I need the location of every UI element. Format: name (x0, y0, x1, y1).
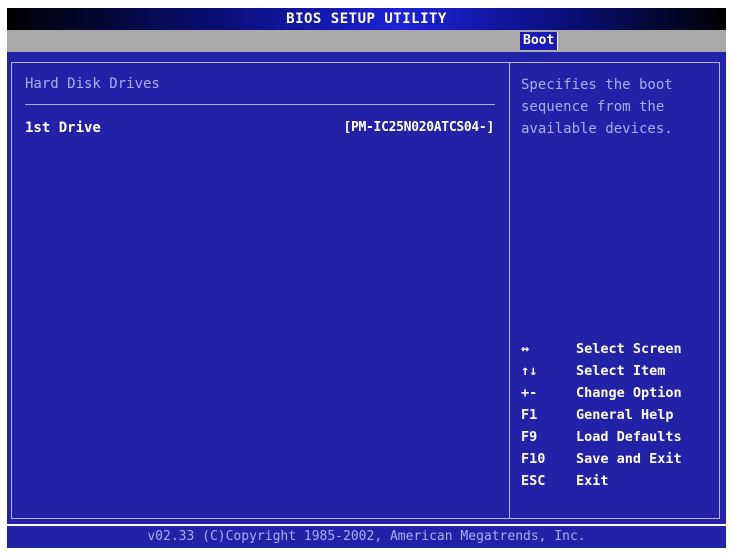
key-row-change-option: +- Change Option (521, 382, 721, 404)
key-name: F1 (521, 407, 538, 423)
bios-screen: BIOS SETUP UTILITY Boot Hard Disk Drives… (0, 0, 732, 554)
copyright-footer: v02.33 (C)Copyright 1985-2002, American … (7, 526, 726, 548)
section-divider (25, 104, 495, 105)
key-row-select-item: ↑↓ Select Item (521, 360, 721, 382)
left-right-arrows-icon: ↔ (521, 341, 530, 357)
help-line: available devices. (521, 121, 673, 137)
help-text: Specifies the boot sequence from the ava… (521, 74, 717, 140)
up-down-arrows-icon: ↑↓ (521, 363, 538, 379)
key-row-save-exit: F10 Save and Exit (521, 448, 721, 470)
key-description: Select Item (576, 363, 666, 379)
key-row-general-help: F1 General Help (521, 404, 721, 426)
key-description: Load Defaults (576, 429, 682, 445)
key-name: F10 (521, 451, 546, 467)
panel-divider (509, 62, 510, 519)
title-bar: BIOS SETUP UTILITY (7, 8, 726, 30)
tab-boot[interactable]: Boot (520, 32, 559, 50)
first-drive-label: 1st Drive (25, 120, 101, 136)
key-description: Exit (576, 473, 609, 489)
help-line: sequence from the (521, 99, 665, 115)
help-line: Specifies the boot (521, 77, 673, 93)
key-name: F9 (521, 429, 538, 445)
key-description: General Help (576, 407, 674, 423)
menu-bar: Boot (7, 30, 726, 52)
title-text: BIOS SETUP UTILITY (286, 11, 447, 27)
section-title: Hard Disk Drives (25, 76, 160, 92)
key-name: +- (521, 385, 538, 401)
key-name: ESC (521, 473, 546, 489)
first-drive-value[interactable]: [PM-IC25N020ATCS04-] (343, 120, 494, 135)
key-legend: ↔ Select Screen ↑↓ Select Item +- Change… (521, 338, 721, 492)
key-row-load-defaults: F9 Load Defaults (521, 426, 721, 448)
key-description: Change Option (576, 385, 682, 401)
key-row-exit: ESC Exit (521, 470, 721, 492)
key-row-select-screen: ↔ Select Screen (521, 338, 721, 360)
key-description: Save and Exit (576, 451, 682, 467)
main-panel: Hard Disk Drives 1st Drive [PM-IC25N020A… (7, 52, 726, 524)
key-description: Select Screen (576, 341, 682, 357)
